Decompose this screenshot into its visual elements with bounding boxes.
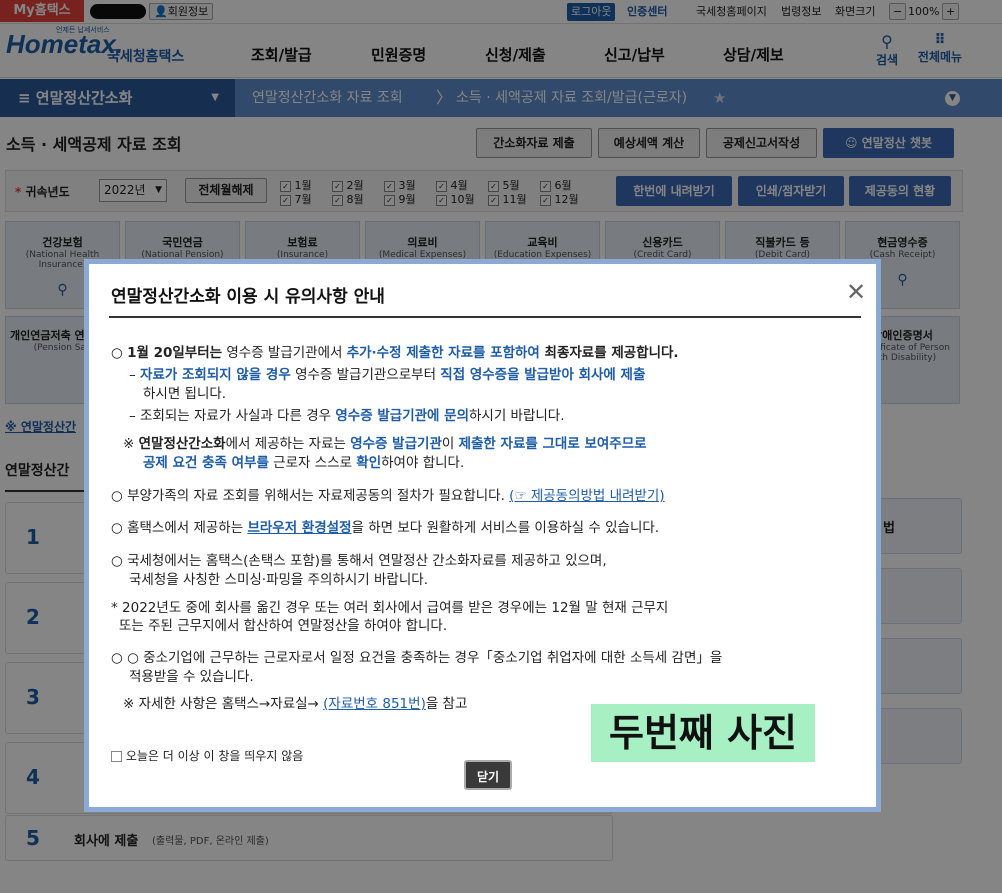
notice-p6b: 적용받을 수 있습니다. — [129, 669, 254, 685]
notice-p5b: 또는 주된 근무지에서 합산하여 연말정산을 하여야 합니다. — [119, 618, 448, 634]
notice-p3: ○ 홈택스에서 제공하는 브라우저 환경설정을 하면 보다 원활하게 서비스를 … — [111, 520, 660, 536]
notice-p4b: 국세청을 사칭한 스미싱·파밍을 주의하시기 바랍니다. — [129, 572, 428, 588]
notice-p7: ※ 자세한 사항은 홈택스→자료실→ (자료번호 851번)을 참고 — [123, 696, 468, 712]
dont-show-label: 오늘은 더 이상 이 창을 띄우지 않음 — [125, 749, 304, 763]
notice-p2: ○ 부양가족의 자료 조회를 위해서는 자료제공동의 절차가 필요합니다. (☞… — [111, 488, 665, 504]
dont-show-today-checkbox[interactable]: 오늘은 더 이상 이 창을 띄우지 않음 — [111, 747, 303, 764]
close-button[interactable]: 닫기 — [464, 760, 512, 790]
checkbox[interactable] — [111, 751, 122, 762]
notice-p6: ○ ○ 중소기업에 근무하는 근로자로서 일정 요건을 충족하는 경우「중소기업… — [111, 650, 723, 666]
overlay-caption: 두번째 사진 — [591, 704, 815, 762]
title-divider — [109, 316, 861, 318]
notice-p4: ○ 국세청에서는 홈택스(손택스 포함)를 통해서 연말정산 간소화자료를 제공… — [111, 553, 607, 569]
notice-p1-1b: 하시면 됩니다. — [143, 386, 227, 402]
notice-p5: * 2022년도 중에 회사를 옮긴 경우 또는 여러 회사에서 급여를 받은 … — [111, 600, 669, 616]
data-851-link[interactable]: (자료번호 851번) — [323, 696, 426, 712]
notice-p1: ○ 1월 20일부터는 영수증 발급기관에서 추가·수정 제출한 자료를 포함하… — [111, 345, 679, 361]
notice-p1-1: – 자료가 조회되지 않을 경우 영수증 발급기관으로부터 직접 영수증을 발급… — [129, 367, 646, 383]
notice-p1-2: – 조회되는 자료가 사실과 다른 경우 영수증 발급기관에 문의하시기 바랍니… — [129, 408, 565, 424]
notice-p1-3: ※ 연말정산간소화에서 제공하는 자료는 영수증 발급기관이 제출한 자료를 그… — [123, 436, 647, 452]
close-icon[interactable]: ✕ — [846, 278, 866, 306]
consent-method-download-link[interactable]: (☞ 제공동의방법 내려받기) — [509, 488, 664, 504]
modal-title: 연말정산간소화 이용 시 유의사항 안내 — [111, 287, 385, 307]
browser-settings-link[interactable]: 브라우저 환경설정 — [247, 520, 351, 536]
notice-p1-3b: 공제 요건 충족 여부를 근로자 스스로 확인하여야 합니다. — [143, 455, 465, 471]
notice-modal: 연말정산간소화 이용 시 유의사항 안내 ✕ ○ 1월 20일부터는 영수증 발… — [84, 259, 881, 812]
